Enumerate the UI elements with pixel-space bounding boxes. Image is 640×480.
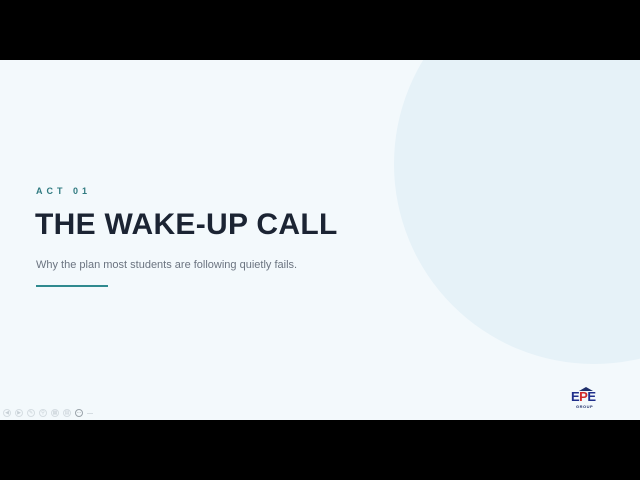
next-slide-icon[interactable]: ▶ bbox=[15, 409, 23, 417]
grid-icon[interactable]: ▦ bbox=[51, 409, 59, 417]
logo-subtext: GROUP bbox=[576, 404, 594, 409]
epe-group-logo: EPE GROUP bbox=[570, 387, 602, 413]
zoom-icon[interactable]: ⚲ bbox=[39, 409, 47, 417]
subtitles-icon[interactable]: ▤ bbox=[63, 409, 71, 417]
pen-icon[interactable]: ✎ bbox=[27, 409, 35, 417]
slide-player-controls: ◀ ▶ ✎ ⚲ ▦ ▤ ⋯ bbox=[3, 408, 93, 418]
logo-letter-e2: E bbox=[587, 389, 596, 404]
prev-slide-icon[interactable]: ◀ bbox=[3, 409, 11, 417]
act-label: ACT 01 bbox=[36, 186, 92, 196]
slide-title: THE WAKE-UP CALL bbox=[35, 208, 338, 241]
letterbox-bottom bbox=[0, 420, 640, 480]
logo-wordmark: EPE bbox=[571, 390, 596, 404]
slide-subtitle: Why the plan most students are following… bbox=[36, 259, 298, 271]
letterbox-top bbox=[0, 0, 640, 60]
accent-underline bbox=[36, 285, 108, 287]
presentation-slide: ACT 01 THE WAKE-UP CALL Why the plan mos… bbox=[0, 60, 640, 420]
logo-letter-e1: E bbox=[571, 389, 580, 404]
more-options-icon[interactable]: ⋯ bbox=[75, 409, 83, 417]
decorative-circle bbox=[394, 60, 640, 364]
control-divider bbox=[87, 412, 93, 414]
